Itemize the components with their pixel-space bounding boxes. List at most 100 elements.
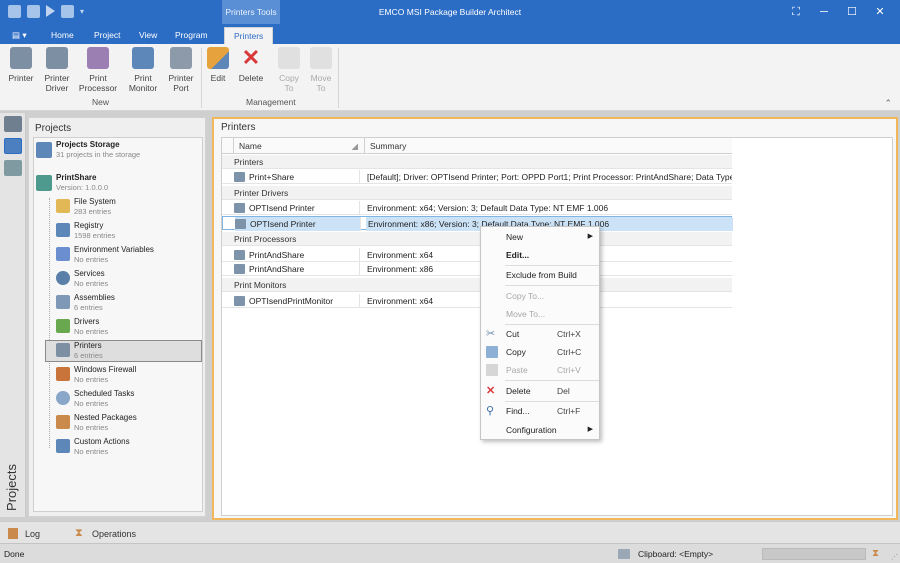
projects-icon[interactable] [4,138,22,154]
package-icon [56,415,70,429]
column-header-summary[interactable]: Summary [365,138,732,154]
close-icon[interactable]: ✕ [866,0,894,24]
restore-icon[interactable]: ⛶ [782,0,810,24]
group-row-print-monitors[interactable]: Print Monitors [222,278,732,292]
tab-view[interactable]: View [130,27,166,44]
table-row[interactable]: PrintAndShare Environment: x86 [222,262,732,276]
log-icon [8,528,18,539]
menu-item-move-to[interactable]: Move To... [481,305,599,323]
new-printer-button[interactable]: Printer [6,47,36,83]
customize-qat-icon[interactable]: ▾ [80,5,84,18]
quick-access-toolbar: ▾ [8,5,84,18]
table-row[interactable]: OPTIsend Printer Environment: x64; Versi… [222,201,732,215]
table-row[interactable]: Print+Share [Default]; Driver: OPTIsend … [222,170,732,184]
delete-x-icon: ✕ [241,45,261,70]
menu-item-find[interactable]: ⚲ Find... Ctrl+F [481,402,599,420]
file-menu-button[interactable]: ▤ ▾ [3,27,37,44]
context-menu: New ▶ Edit... Exclude from Build Copy To.… [480,226,600,440]
delete-button[interactable]: ✕ Delete [237,45,265,84]
build-icon[interactable] [46,5,55,17]
tree-item-scheduled-tasks[interactable]: Scheduled Tasks No entries [56,389,134,409]
printer-icon [10,47,32,69]
menu-item-copy[interactable]: Copy Ctrl+C [481,343,599,361]
hourglass-icon: ⧗ [75,527,83,539]
tab-printers[interactable]: Printers [224,27,274,44]
column-header-name[interactable]: Name ◢ [234,138,365,154]
delete-x-icon: ✕ [486,385,496,397]
chip-icon [56,319,70,333]
ribbon-separator [338,48,339,108]
custom-actions-icon [56,439,70,453]
edit-button[interactable]: Edit [206,47,230,83]
hourglass-icon: ⧗ [872,548,880,559]
table-row[interactable]: OPTIsendPrintMonitor Environment: x64 [222,294,732,308]
maximize-icon[interactable]: ☐ [838,0,866,24]
tree-item-assemblies[interactable]: Assemblies 6 entries [56,293,115,313]
content-title: Printers [221,122,256,133]
storage-icon [36,142,52,158]
folder-icon [56,199,70,213]
group-row-printer-drivers[interactable]: Printer Drivers [222,186,732,200]
print-processor-icon [87,47,109,69]
new-print-processor-button[interactable]: Print Processor [78,47,118,93]
projects-side-label[interactable]: Projects [4,464,19,511]
tab-project[interactable]: Project [85,27,129,44]
new-print-monitor-button[interactable]: Print Monitor [124,47,162,93]
assemblies-icon [56,295,70,309]
menu-item-delete[interactable]: ✕ Delete Del [481,382,599,400]
copy-to-button[interactable]: Copy To [276,47,302,93]
menu-item-edit[interactable]: Edit... [481,246,599,264]
tree-item-services[interactable]: Services No entries [56,269,108,289]
status-text: Done [4,549,25,559]
new-printer-driver-button[interactable]: Printer Driver [40,47,74,93]
tab-home[interactable]: Home [42,27,83,44]
tree-item-nested-packages[interactable]: Nested Packages No entries [56,413,137,433]
tab-program[interactable]: Program [166,27,217,44]
tree-item-custom-actions[interactable]: Custom Actions No entries [56,437,130,457]
tree-item-environment-variables[interactable]: Environment Variables No entries [56,245,154,265]
publish-icon[interactable] [61,5,74,18]
group-row-printers[interactable]: Printers [222,155,732,169]
sort-icon: ◢ [351,141,358,151]
context-tab-header: Printers Tools [222,0,280,24]
table-row[interactable]: PrintAndShare Environment: x64 [222,248,732,262]
menu-item-cut[interactable]: ✂ Cut Ctrl+X [481,325,599,343]
projects-list: Projects Storage 31 projects in the stor… [33,137,203,512]
tree-item-file-system[interactable]: File System 283 entries [56,197,116,217]
tree-item-drivers[interactable]: Drivers No entries [56,317,108,337]
clock-icon [56,391,70,405]
home-icon[interactable] [4,116,22,132]
new-printer-port-button[interactable]: Printer Port [166,47,196,93]
menu-item-exclude-from-build[interactable]: Exclude from Build [481,266,599,284]
tree-item-printers[interactable]: Printers 6 entries [45,340,202,362]
group-row-print-processors[interactable]: Print Processors [222,232,732,246]
project-item[interactable]: PrintShare Version: 1.0.0.0 [36,173,108,193]
new-project-icon[interactable] [8,5,21,18]
tree-item-registry[interactable]: Registry 1598 entries [56,221,115,241]
submenu-arrow-icon: ▶ [587,233,593,240]
projects-storage-item[interactable]: Projects Storage 31 projects in the stor… [36,140,140,160]
tab-log[interactable]: Log [8,528,40,539]
firewall-icon [56,367,70,381]
collapse-ribbon-icon[interactable]: ⌃ [884,98,892,109]
registry-icon [56,223,70,237]
move-to-icon [310,47,332,69]
menu-item-configuration[interactable]: Configuration ▶ [481,421,599,439]
menu-item-copy-to[interactable]: Copy To... [481,287,599,305]
save-icon[interactable] [27,5,40,18]
print-processor-icon [234,250,245,260]
tab-operations[interactable]: ⧗ Operations [75,528,136,539]
move-to-button[interactable]: Move To [308,47,334,93]
table-row-selected[interactable]: OPTIsend Printer Environment: x86; Versi… [222,216,733,231]
minimize-icon[interactable]: ─ [810,0,838,24]
resize-grip-icon[interactable]: ⋰ [891,553,898,561]
repository-icon[interactable] [4,160,22,176]
menu-item-new[interactable]: New ▶ [481,228,599,246]
printer-icon [234,172,245,182]
menu-item-paste[interactable]: Paste Ctrl+V [481,361,599,379]
ribbon-tabs: ▤ ▾ Home Project View Program Printers [0,24,900,44]
tree-item-windows-firewall[interactable]: Windows Firewall No entries [56,365,136,385]
printer-icon [56,343,70,357]
menu-separator [505,285,599,286]
projects-panel-title: Projects [35,123,72,134]
